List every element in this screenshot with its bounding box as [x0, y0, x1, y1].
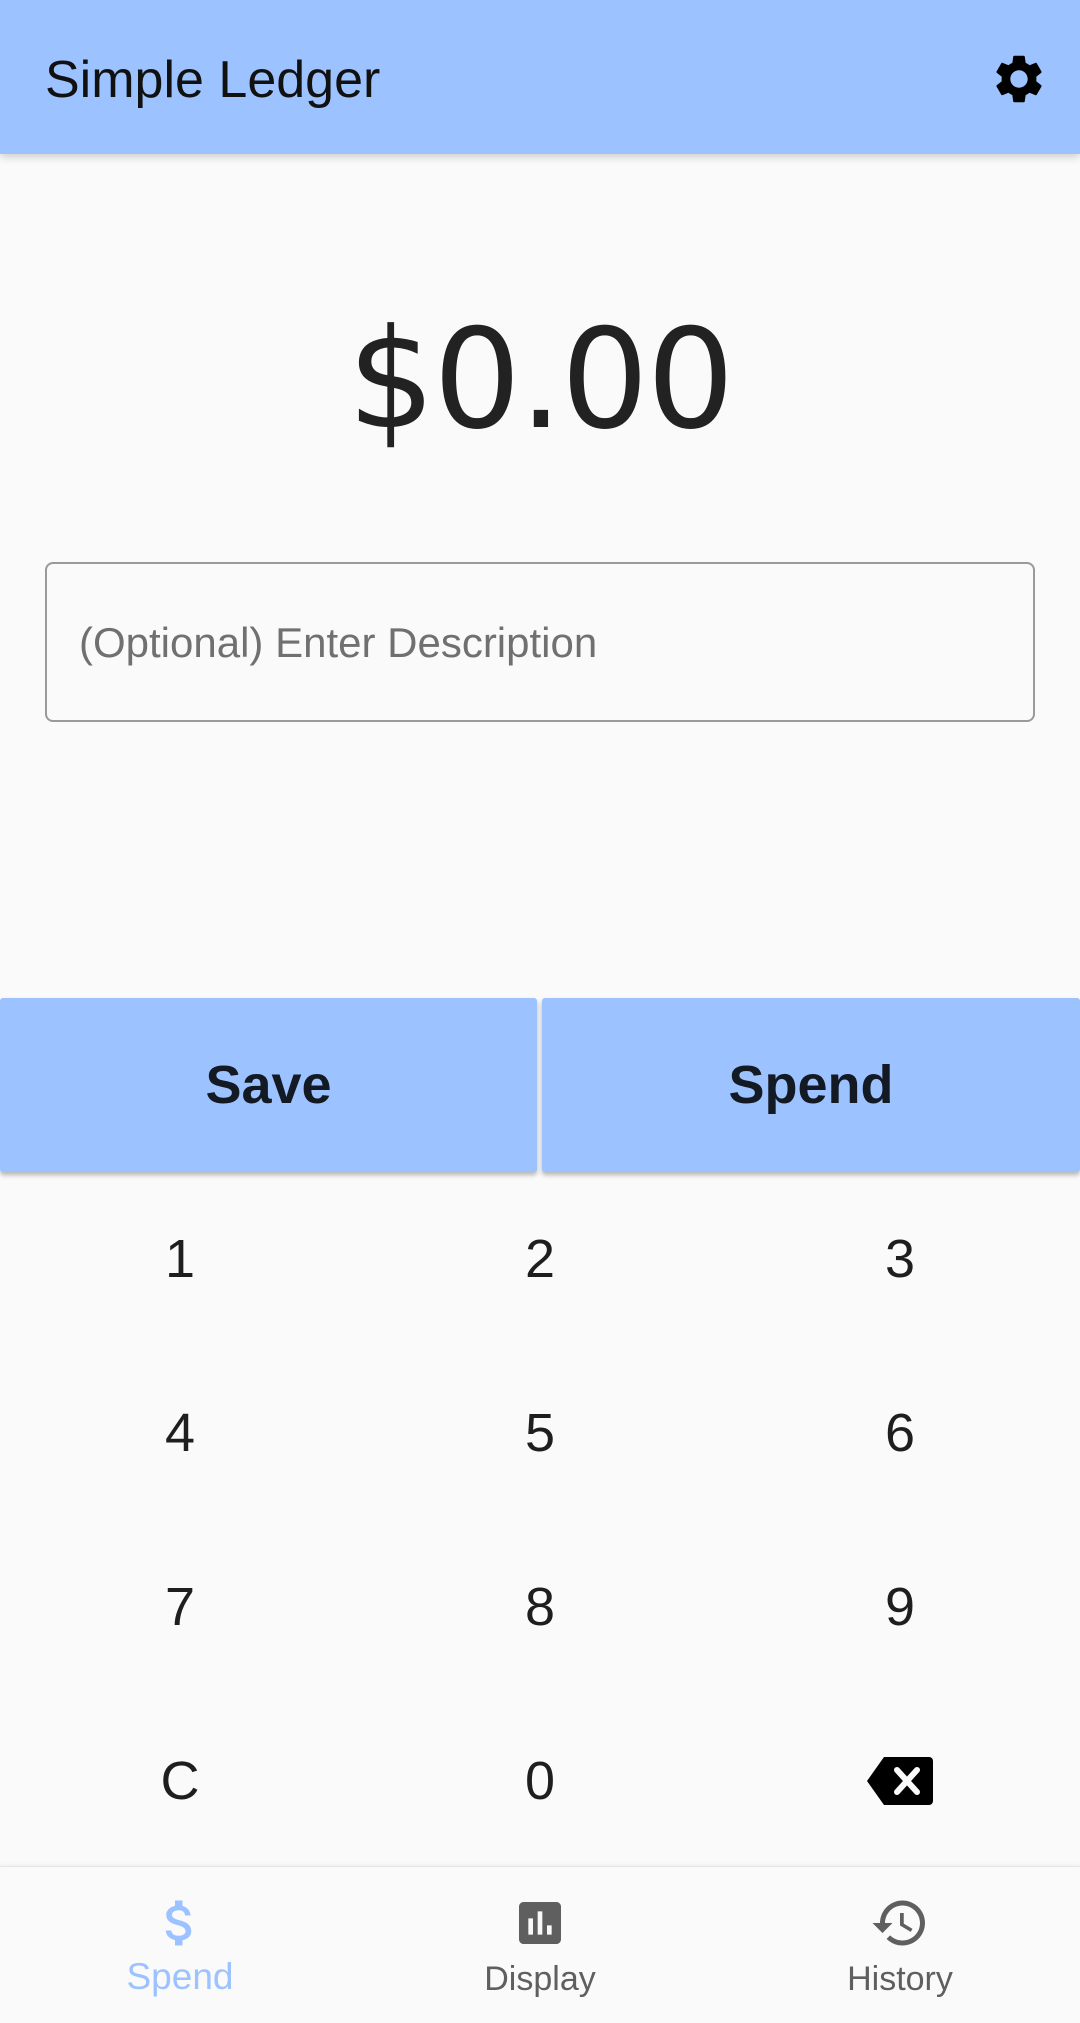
dollar-icon [150, 1893, 210, 1953]
backspace-button[interactable] [720, 1694, 1080, 1868]
bar-chart-icon [510, 1893, 570, 1953]
key-6[interactable]: 6 [720, 1346, 1080, 1520]
key-0[interactable]: 0 [360, 1694, 720, 1868]
nav-display[interactable]: Display [360, 1867, 720, 2023]
key-7[interactable]: 7 [0, 1520, 360, 1694]
description-input[interactable] [77, 564, 1001, 722]
nav-spend-label: Spend [126, 1956, 234, 1997]
amount-display: $0.00 [347, 299, 734, 460]
key-3[interactable]: 3 [720, 1172, 1080, 1346]
app-bar: Simple Ledger [0, 0, 1080, 154]
key-8[interactable]: 8 [360, 1520, 720, 1694]
spend-button[interactable]: Spend [542, 998, 1080, 1172]
key-1[interactable]: 1 [0, 1172, 360, 1346]
key-5[interactable]: 5 [360, 1346, 720, 1520]
nav-display-label: Display [484, 1960, 596, 1998]
key-clear[interactable]: C [0, 1694, 360, 1868]
nav-spend[interactable]: Spend [0, 1867, 360, 2023]
backspace-icon [867, 1757, 933, 1805]
nav-history[interactable]: History [720, 1867, 1080, 2023]
key-2[interactable]: 2 [360, 1172, 720, 1346]
key-4[interactable]: 4 [0, 1346, 360, 1520]
keypad: 1 2 3 4 5 6 7 8 9 C 0 [0, 1172, 1080, 1868]
gear-icon [996, 55, 1042, 103]
app-title: Simple Ledger [45, 51, 381, 109]
key-9[interactable]: 9 [720, 1520, 1080, 1694]
settings-button[interactable] [986, 46, 1052, 112]
description-field[interactable] [45, 562, 1035, 722]
bottom-navigation: Spend Display History [0, 1866, 1080, 2023]
history-icon [870, 1893, 930, 1953]
save-button[interactable]: Save [0, 998, 537, 1172]
nav-history-label: History [847, 1960, 953, 1998]
